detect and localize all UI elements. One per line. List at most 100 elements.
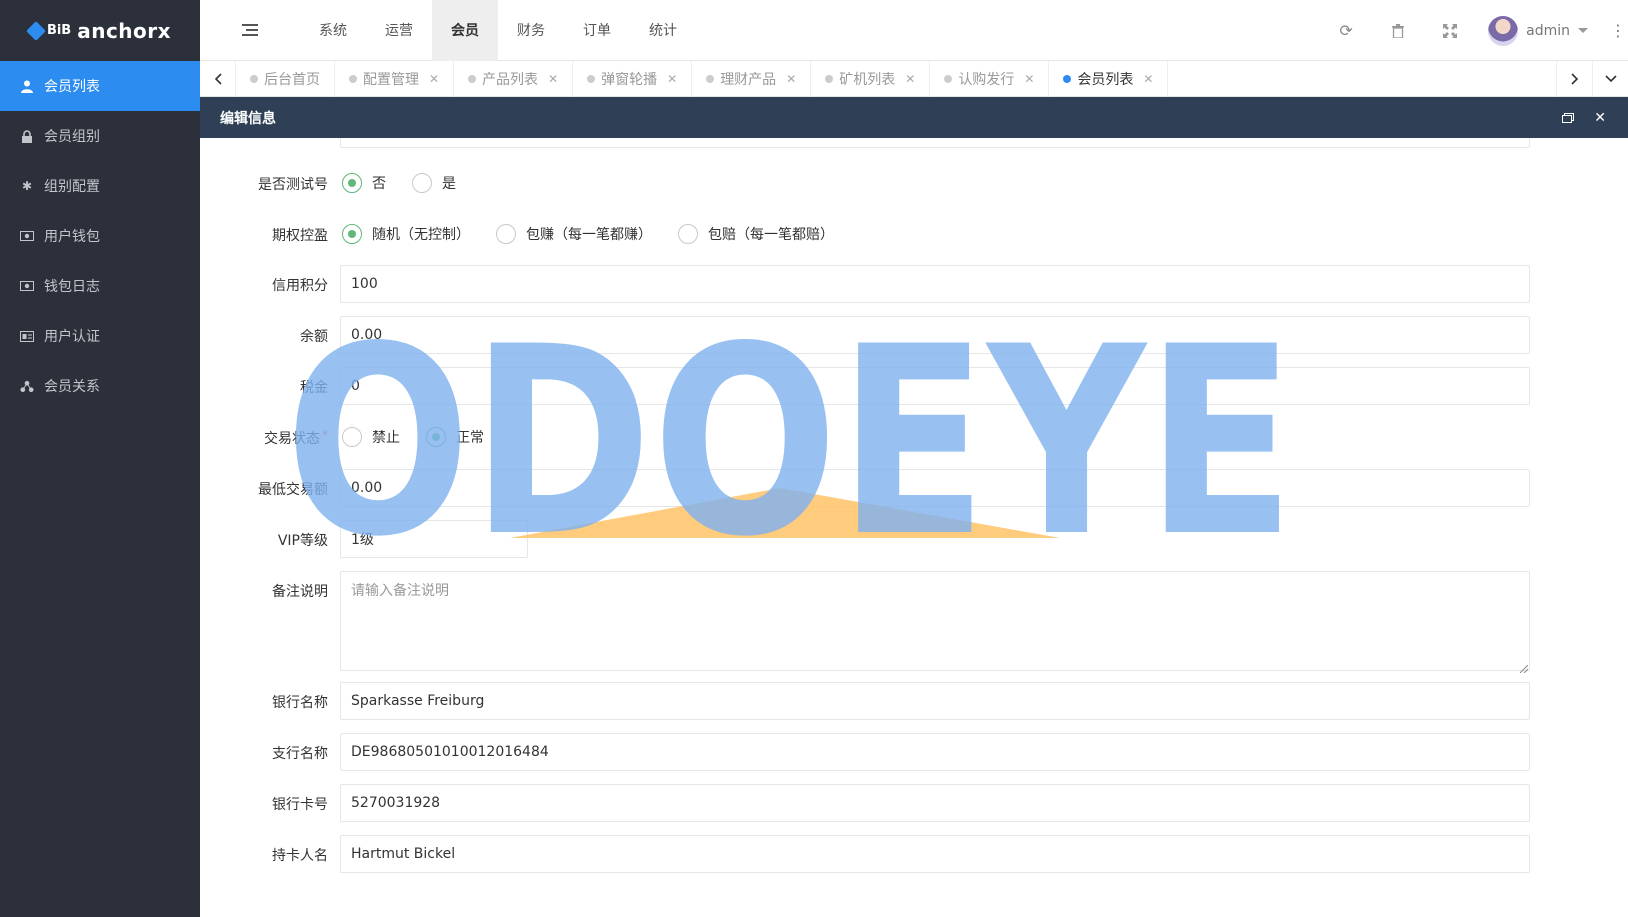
more-vertical-icon[interactable]: ⋮ [1608,21,1628,40]
fullscreen-icon[interactable] [1424,0,1476,61]
chevron-down-icon[interactable] [1592,61,1628,97]
form-row-holder-name: 持卡人名 Hartmut Bickel [200,835,1628,873]
holder-name-input[interactable]: Hartmut Bickel [340,835,1530,873]
tab-miner-list[interactable]: 矿机列表 ✕ [811,60,931,97]
close-icon[interactable]: ✕ [667,72,677,86]
sidebar-item-wallet-log[interactable]: 钱包日志 [0,261,200,311]
sidebar-item-member-group[interactable]: 会员组别 [0,111,200,161]
topnav-operation[interactable]: 运营 [366,0,432,61]
chevron-left-icon[interactable] [200,60,236,97]
tax-input[interactable]: 0 [340,367,1530,405]
menu-toggle-icon[interactable] [200,0,300,61]
option-control-radio-group: 随机（无控制） 包赚（每一笔都赚） 包赔（每一笔都赔） [342,215,860,253]
sidebar: BiB anchorx 会员列表 会员组别 ✱ 组别配置 用户钱包 钱包日志 用… [0,0,200,917]
refresh-icon[interactable]: ⟳ [1320,0,1372,61]
credit-input[interactable]: 100 [340,265,1530,303]
modal-header: 编辑信息 ✕ [200,97,1628,138]
bank-name-input[interactable]: Sparkasse Freiburg [340,682,1530,720]
tab-label: 弹窗轮播 [601,71,658,88]
tab-label: 理财产品 [720,71,777,88]
radio-label: 否 [372,176,386,192]
sidebar-item-label: 会员关系 [44,379,100,395]
avatar [1488,15,1519,46]
tab-label: 矿机列表 [839,71,896,88]
topnav-member[interactable]: 会员 [432,0,498,61]
vip-level-select[interactable]: 1级 [340,520,528,558]
edit-form: 是否测试号 否 是 期权控盈 随机（无控制） 包赚（每一笔都赚） 包赔（每一笔都… [200,138,1628,917]
tab-subscription[interactable]: 认购发行 ✕ [930,60,1050,97]
radio-unchecked-icon [412,173,432,193]
brand[interactable]: BiB anchorx [0,0,200,61]
field-label: 支行名称 [272,746,328,762]
form-row-bank-name: 银行名称 Sparkasse Freiburg [200,682,1628,720]
topnav-finance[interactable]: 财务 [498,0,564,61]
radio-checked-icon [342,173,362,193]
min-trade-input[interactable]: 0.00 [340,469,1530,507]
topnav-system[interactable]: 系统 [300,0,366,61]
resize-handle-icon[interactable] [1519,661,1529,674]
tab-dashboard[interactable]: 后台首页 [236,60,335,97]
form-row-trade-status: 交易状态 * 禁止 正常 [200,418,1628,456]
tab-product-list[interactable]: 产品列表 ✕ [454,60,574,97]
sidebar-item-user-auth[interactable]: 用户认证 [0,311,200,361]
tab-finance-product[interactable]: 理财产品 ✕ [692,60,812,97]
trash-icon[interactable] [1372,0,1424,61]
brand-name: anchorx [77,18,172,43]
topnav-statistics[interactable]: 统计 [630,0,696,61]
form-row-balance: 余额 0.00 [200,316,1628,354]
sidebar-item-member-list[interactable]: 会员列表 [0,61,200,111]
form-row-credit: 信用积分 100 [200,265,1628,303]
close-icon[interactable]: ✕ [1143,72,1153,86]
restore-icon[interactable] [1562,97,1574,138]
form-row-min-trade: 最低交易额 0.00 [200,469,1628,507]
form-row-card-number: 银行卡号 5270031928 [200,784,1628,822]
topnav-order[interactable]: 订单 [564,0,630,61]
close-icon[interactable]: ✕ [1594,97,1606,138]
card-number-input[interactable]: 5270031928 [340,784,1530,822]
radio-label: 包赚（每一笔都赚） [526,227,652,243]
radio-label: 是 [442,176,456,192]
field-label: 持卡人名 [272,848,328,864]
user-icon [20,79,34,93]
radio-trade-normal[interactable]: 正常 [426,427,484,447]
form-row-vip-level: VIP等级 1级 [200,520,1628,558]
tab-dot-icon [706,74,715,83]
lock-icon [20,129,34,143]
field-label: 备注说明 [272,584,328,600]
clipped-input[interactable] [340,138,1530,148]
chevron-right-icon[interactable] [1556,61,1592,97]
remark-textarea[interactable]: 请输入备注说明 [340,571,1530,671]
tab-popup-carousel[interactable]: 弹窗轮播 ✕ [573,60,693,97]
radio-always-win[interactable]: 包赚（每一笔都赚） [496,224,652,244]
sidebar-item-user-wallet[interactable]: 用户钱包 [0,211,200,261]
sidebar-item-group-config[interactable]: ✱ 组别配置 [0,161,200,211]
form-row-tax: 税金 0 [200,367,1628,405]
radio-always-lose[interactable]: 包赔（每一笔都赔） [678,224,834,244]
close-icon[interactable]: ✕ [905,72,915,86]
money-icon [20,279,34,293]
radio-random[interactable]: 随机（无控制） [342,224,470,244]
close-icon[interactable]: ✕ [786,72,796,86]
close-icon[interactable]: ✕ [1024,72,1034,86]
radio-test-yes[interactable]: 是 [412,173,456,193]
sidebar-item-label: 用户钱包 [44,229,100,245]
user-menu[interactable]: admin [1476,15,1608,46]
chevron-down-icon [1578,28,1588,33]
radio-trade-forbid[interactable]: 禁止 [342,427,400,447]
balance-input[interactable]: 0.00 [340,316,1530,354]
form-row-branch-name: 支行名称 DE98680501010012016484 [200,733,1628,771]
tab-config-manage[interactable]: 配置管理 ✕ [335,60,455,97]
trade-status-radio-group: 禁止 正常 [342,418,510,456]
close-icon[interactable]: ✕ [429,72,439,86]
field-label: 余额 [300,329,328,345]
brand-logo: BiB [26,20,71,41]
tab-dot-icon [825,74,834,83]
radio-test-no[interactable]: 否 [342,173,386,193]
tab-member-list[interactable]: 会员列表 ✕ [1049,60,1169,97]
branch-name-input[interactable]: DE98680501010012016484 [340,733,1530,771]
field-label: 最低交易额 [258,482,328,498]
test-account-radio-group: 否 是 [342,164,482,202]
sidebar-item-member-relation[interactable]: 会员关系 [0,361,200,411]
close-icon[interactable]: ✕ [548,72,558,86]
radio-unchecked-icon [496,224,516,244]
